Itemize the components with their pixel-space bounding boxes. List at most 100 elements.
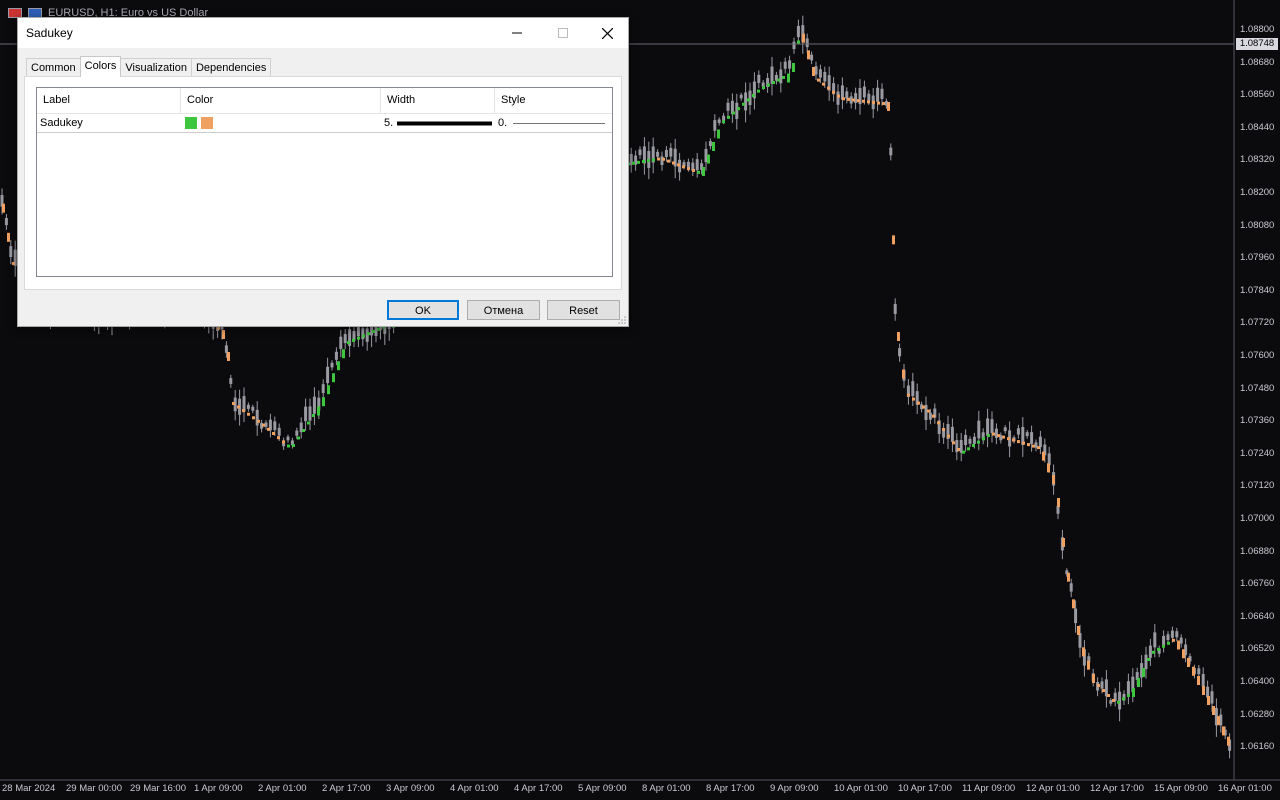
indicator-dot-up: [1142, 668, 1145, 677]
indicator-dot-up: [717, 129, 720, 139]
column-header-label[interactable]: Label: [37, 88, 181, 113]
candle-body: [277, 427, 281, 436]
row-width-value[interactable]: 5.: [384, 114, 393, 132]
resize-grip-icon[interactable]: [618, 316, 626, 324]
indicator-dot-down: [1202, 686, 1205, 695]
current-price-label: 1.08748: [1236, 38, 1278, 50]
indicator-dot-down: [952, 441, 955, 445]
indicator-dot-down: [257, 419, 260, 423]
indicator-dot-down: [937, 421, 940, 425]
column-header-color[interactable]: Color: [181, 88, 381, 113]
tab-common[interactable]: Common: [26, 58, 81, 76]
indicator-dot-down: [1222, 726, 1225, 736]
dialog-titlebar[interactable]: Sadukey: [18, 18, 628, 48]
price-axis-label: 1.06160: [1240, 741, 1275, 753]
indicator-dot-up: [792, 63, 795, 72]
indicator-dot-down: [1172, 638, 1175, 642]
candle-body: [339, 336, 343, 349]
indicator-dot-up: [1127, 694, 1130, 697]
indicator-dot-down: [1212, 706, 1215, 715]
candle-body: [304, 406, 308, 422]
indicator-dot-down: [1042, 451, 1045, 461]
indicator-dot-down: [957, 448, 960, 451]
candle-body: [783, 61, 787, 69]
candle-body: [669, 147, 673, 157]
price-axis-label: 1.08560: [1240, 89, 1275, 101]
reset-button[interactable]: Reset: [547, 300, 620, 320]
time-axis-label: 16 Apr 01:00: [1218, 783, 1272, 794]
indicator-dot-up: [367, 332, 370, 336]
candle-body: [810, 54, 814, 61]
indicator-dot-down: [1187, 658, 1190, 667]
price-axis-label: 1.08440: [1240, 121, 1275, 133]
indicator-dot-up: [727, 115, 730, 119]
column-header-width[interactable]: Width: [381, 88, 495, 113]
candle-body: [928, 412, 932, 420]
row-style-value[interactable]: 0.: [498, 114, 507, 132]
candle-body: [722, 115, 726, 121]
tab-visualization[interactable]: Visualization: [120, 58, 192, 76]
candle-body: [876, 87, 880, 102]
ok-button[interactable]: OK: [387, 300, 459, 320]
indicator-dot-up: [1152, 650, 1155, 654]
tab-dependencies[interactable]: Dependencies: [190, 58, 272, 76]
table-row[interactable]: Sadukey 5. 0.: [37, 114, 612, 133]
indicator-dot-down: [1207, 696, 1210, 705]
indicator-dot-down: [1057, 498, 1060, 507]
indicator-dot-up: [762, 86, 765, 89]
color-swatch-down[interactable]: [201, 117, 213, 129]
indicator-dot-down: [897, 332, 900, 341]
tab-colors[interactable]: Colors: [79, 56, 122, 77]
candle-body: [739, 94, 743, 99]
price-axis-label: 1.08680: [1240, 56, 1275, 68]
time-axis-label: 4 Apr 17:00: [514, 783, 563, 794]
indicator-dot-up: [317, 406, 320, 416]
price-axis-label: 1.07480: [1240, 382, 1275, 394]
candle-body: [708, 141, 712, 147]
candle-body: [968, 438, 972, 444]
price-axis-label: 1.08320: [1240, 154, 1275, 166]
candle-body: [757, 74, 761, 83]
color-swatch-up[interactable]: [185, 117, 197, 129]
price-axis-label: 1.08800: [1240, 24, 1275, 35]
candle-body: [735, 102, 739, 119]
indicator-dot-up: [332, 373, 335, 383]
indicator-dot-up: [722, 120, 725, 124]
minimize-button[interactable]: [494, 18, 540, 48]
candle-body: [880, 88, 884, 99]
indicator-dot-up: [977, 440, 980, 444]
candle-body: [321, 384, 325, 393]
candle-body: [1153, 632, 1157, 648]
indicator-dot-up: [357, 336, 360, 340]
indicator-dot-down: [807, 50, 810, 60]
indicator-dot-up: [347, 341, 350, 345]
indicator-dot-up: [322, 397, 325, 407]
close-icon: [601, 27, 613, 39]
indicator-dot-down: [902, 369, 905, 379]
price-axis-label: 1.06520: [1240, 643, 1275, 655]
candle-body: [1197, 668, 1201, 675]
colors-tab-panel: Label Color Width Style Sadukey 5. 0.: [24, 76, 622, 290]
indicator-dot-down: [852, 98, 855, 102]
candle-body: [9, 246, 13, 258]
close-button[interactable]: [584, 18, 630, 48]
time-axis-label: 11 Apr 09:00: [962, 783, 1016, 794]
time-axis-label: 29 Mar 16:00: [130, 783, 186, 794]
indicator-dot-down: [1197, 676, 1200, 685]
column-header-style[interactable]: Style: [495, 88, 612, 113]
indicator-dot-down: [682, 165, 685, 169]
candle-body: [295, 430, 299, 436]
candle-body: [1118, 691, 1122, 710]
candle-body: [845, 91, 849, 99]
indicator-dot-down: [1032, 444, 1035, 448]
cancel-button[interactable]: Отмена: [467, 300, 540, 320]
price-axis-label: 1.08080: [1240, 219, 1275, 231]
indicator-dot-down: [1017, 440, 1020, 444]
indicator-dot-down: [857, 99, 860, 103]
indicator-dot-down: [1227, 736, 1230, 746]
indicator-dot-down: [1087, 660, 1090, 670]
candle-body: [1126, 681, 1130, 696]
candle-body: [713, 120, 717, 131]
indicator-dot-down: [882, 102, 885, 105]
indicator-dot-up: [292, 444, 295, 447]
